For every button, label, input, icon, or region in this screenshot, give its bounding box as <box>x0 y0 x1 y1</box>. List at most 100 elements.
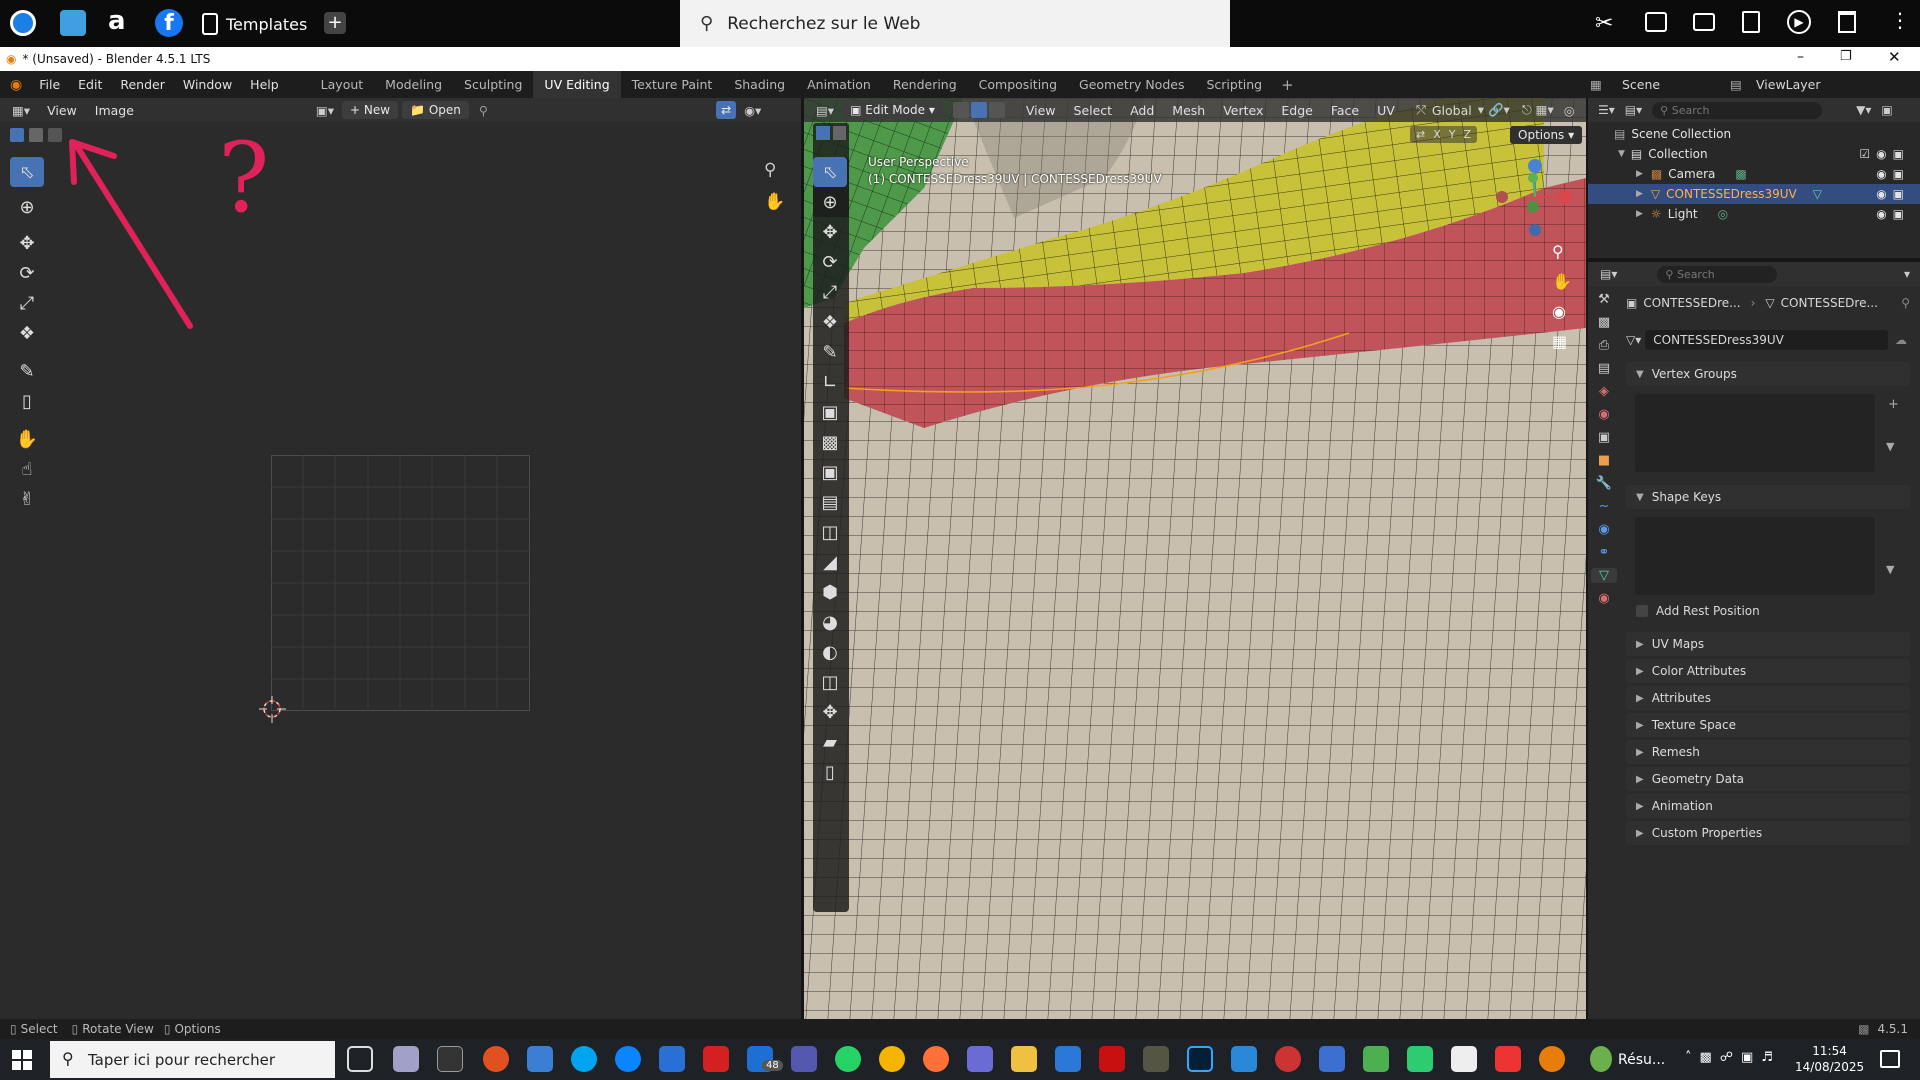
taskbar-search[interactable]: ⚲ Taper ici pour rechercher <box>50 1041 335 1078</box>
add-workspace-icon[interactable]: + <box>1273 76 1302 94</box>
vertex-select-icon[interactable] <box>952 102 969 118</box>
uv-grid[interactable] <box>271 455 530 711</box>
whatsapp-icon[interactable] <box>835 1046 861 1072</box>
vp-add-cube-icon[interactable]: ▣ <box>813 397 847 427</box>
expand-icon[interactable]: ▶ <box>1636 209 1643 219</box>
vp-loop-cut-icon[interactable]: ◫ <box>813 517 847 547</box>
filter-icon[interactable]: ▼▾ <box>1856 103 1871 117</box>
pivot-icon[interactable]: ▾ 🔗▾ <box>1472 102 1516 118</box>
shape-keys-list[interactable] <box>1635 517 1875 595</box>
menu-render[interactable]: Render <box>111 77 174 92</box>
view-layer-icon[interactable]: ▤ <box>1730 71 1742 98</box>
add-rest-position-checkbox[interactable] <box>1636 605 1648 617</box>
vp-menu-vertex[interactable]: Vertex <box>1214 103 1272 118</box>
app-9-icon[interactable] <box>1099 1046 1125 1072</box>
add-rest-position-row[interactable]: Add Rest Position <box>1636 604 1760 618</box>
tab-sculpting[interactable]: Sculpting <box>453 71 533 98</box>
vp-transform-icon[interactable]: ❖ <box>813 307 847 337</box>
cursor-tool-icon[interactable]: ⊕ <box>10 192 44 222</box>
modifier-tab-icon[interactable]: 🔧 <box>1596 476 1612 491</box>
vp-knife-icon[interactable]: ◢ <box>813 547 847 577</box>
amazon-icon[interactable]: a <box>108 6 126 36</box>
mirror-icon[interactable]: ⇄ <box>1416 128 1425 141</box>
select-mode-new-icon[interactable] <box>10 128 24 142</box>
restore-icon[interactable]: ❐ <box>1840 49 1852 64</box>
vp-measure-icon[interactable]: ∟ <box>813 367 847 397</box>
view-layer-selector[interactable]: ViewLayer <box>1756 71 1821 98</box>
tab-shading[interactable]: Shading <box>723 71 796 98</box>
notifications-icon[interactable] <box>1880 1050 1900 1068</box>
pan-hand-icon[interactable]: ✋ <box>764 192 785 212</box>
vp-smooth-icon[interactable]: ◐ <box>813 637 847 667</box>
vp-select-new-icon[interactable] <box>816 126 830 140</box>
mesh-data-icon[interactable]: ▽ <box>1813 187 1822 201</box>
add-tab-icon[interactable]: + <box>324 12 346 34</box>
camera-data-icon[interactable]: ▩ <box>1735 167 1746 181</box>
panel-uv-maps[interactable]: ▶ UV Maps <box>1626 632 1910 656</box>
vp-select-extend-icon[interactable] <box>832 126 846 140</box>
app-17-icon[interactable] <box>1495 1046 1521 1072</box>
particles-tab-icon[interactable]: ∼ <box>1599 499 1610 514</box>
uv-menu-view[interactable]: View <box>38 103 86 118</box>
play-icon[interactable]: ▶ <box>1787 10 1811 34</box>
vp-menu-uv[interactable]: UV <box>1368 103 1404 118</box>
tab-geometry-nodes[interactable]: Geometry Nodes <box>1068 71 1195 98</box>
tab-texture-paint[interactable]: Texture Paint <box>621 71 724 98</box>
vp-menu-view[interactable]: View <box>1017 103 1065 118</box>
properties-search[interactable]: ⚲ Search <box>1657 265 1778 283</box>
mirror-z[interactable]: Z <box>1464 128 1472 141</box>
clipboard-icon[interactable] <box>1742 11 1760 33</box>
minimize-icon[interactable]: – <box>1797 49 1804 65</box>
vp-menu-face[interactable]: Face <box>1322 103 1368 118</box>
mirror-y[interactable]: Y <box>1449 128 1456 141</box>
vp-bevel-icon[interactable]: ▤ <box>813 487 847 517</box>
vp-rotate-icon[interactable]: ⟳ <box>813 247 847 277</box>
vp-scale-icon[interactable]: ⤢ <box>813 277 847 307</box>
app-5-icon[interactable] <box>659 1046 685 1072</box>
proportional-edit-icon[interactable]: ◎ <box>1560 103 1579 118</box>
menu-file[interactable]: File <box>30 77 69 92</box>
facebook-icon[interactable]: f <box>155 9 183 37</box>
vp-annotate-icon[interactable]: ✎ <box>813 337 847 367</box>
mesh-name-field[interactable]: CONTESSEDress39UV <box>1645 330 1888 350</box>
app-1-icon[interactable] <box>393 1046 419 1072</box>
app-18-icon[interactable] <box>1590 1046 1612 1072</box>
app-16-icon[interactable] <box>1451 1046 1477 1072</box>
app-12-icon[interactable] <box>1275 1046 1301 1072</box>
vp-menu-add[interactable]: Add <box>1121 103 1163 118</box>
vp-extrude-icon[interactable]: ▩ <box>813 427 847 457</box>
mesh-visibility-icon[interactable]: ◉▣ <box>1876 187 1910 201</box>
panel-texture-space[interactable]: ▶ Texture Space <box>1626 713 1910 737</box>
visibility-toggles[interactable]: ☑◉▣ <box>1859 147 1910 161</box>
photoshop-icon[interactable] <box>1187 1046 1213 1072</box>
panel-shape-keys[interactable]: ▼ Shape Keys <box>1626 485 1910 509</box>
outliner-item-mesh[interactable]: ▶ ▽ CONTESSEDress39UV ▽ ◉▣ <box>1588 184 1920 204</box>
properties-type-icon[interactable]: ▤▾ <box>1600 267 1617 281</box>
display-mode-icon[interactable]: ▤▾ <box>1625 103 1642 117</box>
move-tool-icon[interactable]: ✥ <box>10 228 44 258</box>
navigation-gizmo[interactable] <box>1495 155 1575 240</box>
app-13-icon[interactable] <box>1319 1046 1345 1072</box>
vp-rip-icon[interactable]: ▯ <box>813 757 847 787</box>
2d-cursor-icon[interactable] <box>258 695 288 725</box>
ortho-toggle-icon[interactable]: ▦ <box>1552 332 1567 351</box>
outliner-search[interactable]: ⚲ Search <box>1652 101 1823 119</box>
acrobat-icon[interactable] <box>703 1046 729 1072</box>
collection-row[interactable]: ▼ ▤ Collection ☑◉▣ <box>1588 144 1920 164</box>
orientation-selector[interactable]: Global <box>1432 103 1472 118</box>
vp-menu-mesh[interactable]: Mesh <box>1163 103 1214 118</box>
panel-custom-properties[interactable]: ▶ Custom Properties <box>1626 821 1910 845</box>
scene-selector[interactable]: Scene <box>1622 71 1660 98</box>
rotate-tool-icon[interactable]: ⟳ <box>10 258 44 288</box>
zoom-icon[interactable]: ⚲ <box>764 160 776 180</box>
output-tab-icon[interactable]: ⎙ <box>1599 338 1609 353</box>
vp-select-box-icon[interactable]: ⬁ <box>813 157 847 187</box>
edge-select-icon[interactable] <box>970 102 987 118</box>
expand-icon[interactable]: ▶ <box>1636 189 1643 199</box>
outliner-type-icon[interactable]: ☰▾ <box>1598 103 1615 117</box>
image-browse-icon[interactable]: ▣▾ <box>308 103 342 118</box>
light-data-icon[interactable]: ◎ <box>1718 207 1728 221</box>
light-visibility-icon[interactable]: ◉▣ <box>1876 207 1910 221</box>
menu-edit[interactable]: Edit <box>69 77 111 92</box>
camera-view-icon[interactable]: ◉ <box>1552 302 1566 321</box>
